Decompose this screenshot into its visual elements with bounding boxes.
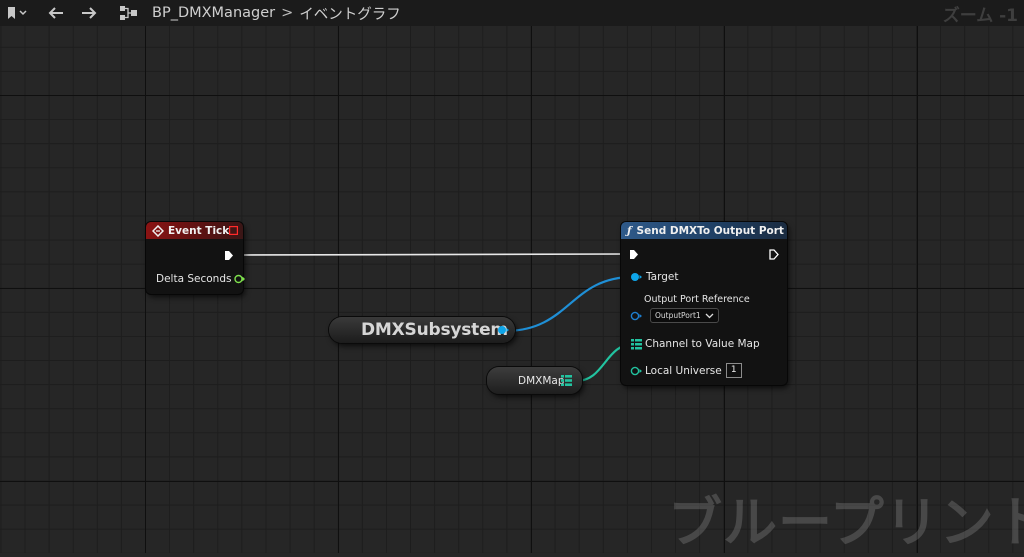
event-diamond-icon — [152, 224, 164, 237]
map-pin-icon[interactable] — [561, 374, 573, 387]
event-delegate-pin-icon[interactable] — [229, 226, 238, 235]
dmx-subsystem-label: DMXSubsystem — [361, 320, 508, 340]
blueprint-watermark: ブループリント — [668, 491, 1024, 554]
channel-to-value-map-pin[interactable]: Channel to Value Map — [631, 338, 760, 350]
struct-pin-icon[interactable] — [630, 311, 643, 321]
target-label: Target — [646, 271, 679, 283]
int-pin-icon[interactable] — [630, 366, 643, 376]
exec-out-pin-icon[interactable] — [224, 250, 234, 261]
target-pin[interactable]: Target — [630, 271, 678, 283]
event-tick-title: Event Tick — [168, 224, 230, 237]
map-pin-icon[interactable] — [631, 338, 643, 350]
send-dmx-header[interactable]: ƒ Send DMXTo Output Port — [621, 222, 787, 239]
event-tick-node[interactable]: Event Tick Delta Seconds — [146, 222, 246, 294]
dmx-map-label: DMXMap — [518, 375, 565, 387]
output-port-reference-label: Output Port Reference — [644, 294, 750, 305]
float-pin-icon[interactable] — [234, 274, 246, 284]
output-port-dropdown-value: OutputPort1 — [655, 311, 701, 320]
output-port-reference-label-row: Output Port Reference — [644, 294, 750, 305]
local-universe-pin[interactable]: Local Universe 1 — [630, 363, 742, 378]
exec-in-pin-icon[interactable] — [629, 249, 639, 260]
exec-wire[interactable] — [242, 253, 628, 256]
dmx-subsystem-node[interactable]: DMXSubsystem — [329, 317, 515, 343]
exec-out-pin-icon[interactable] — [769, 249, 779, 260]
channel-to-value-map-label: Channel to Value Map — [645, 338, 760, 350]
local-universe-label: Local Universe — [645, 364, 722, 377]
function-icon: ƒ — [627, 224, 632, 237]
send-dmx-node[interactable]: ƒ Send DMXTo Output Port Target Output P… — [621, 222, 787, 385]
send-dmx-title: Send DMXTo Output Port — [636, 224, 784, 237]
chevron-down-icon — [705, 313, 714, 318]
delta-seconds-pin[interactable]: Delta Seconds — [156, 273, 246, 285]
output-port-dropdown[interactable]: OutputPort1 — [650, 308, 719, 323]
object-pin-icon[interactable] — [497, 325, 510, 335]
object-pin-icon[interactable] — [630, 272, 643, 282]
output-port-reference-pin[interactable]: OutputPort1 — [630, 308, 719, 323]
delta-seconds-label: Delta Seconds — [156, 273, 232, 285]
target-wire[interactable] — [504, 275, 634, 333]
dmx-map-variable-node[interactable]: DMXMap — [487, 367, 582, 394]
local-universe-input[interactable]: 1 — [725, 363, 742, 378]
